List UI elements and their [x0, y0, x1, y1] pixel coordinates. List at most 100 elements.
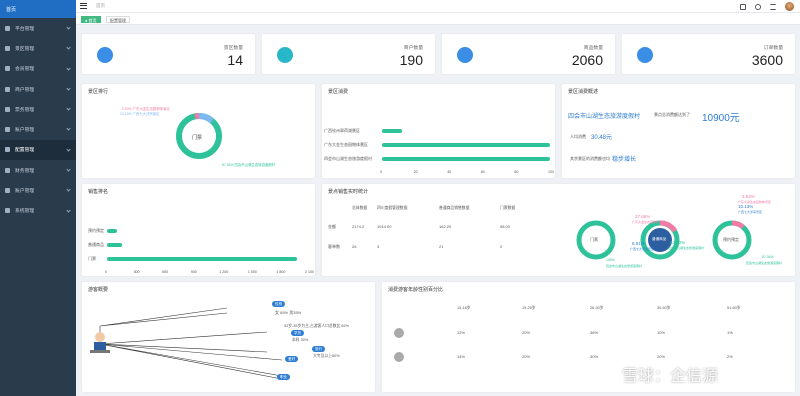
- chevron-down-icon: [66, 45, 71, 50]
- breadcrumb: 首页: [96, 3, 105, 8]
- gender-text: 女 65% 男35%: [275, 310, 302, 315]
- x-tick: 1 500: [247, 270, 257, 274]
- sidebar-item[interactable]: 财务管理: [0, 160, 76, 180]
- table-cell: 98.00: [500, 224, 511, 229]
- consumption-title: 景区消费: [328, 89, 349, 95]
- watermark: 雪球：企信源: [622, 368, 719, 385]
- agepct-title: 消费游客年龄性别百分比: [388, 287, 444, 293]
- table-cell: 客单数: [328, 244, 340, 249]
- sidebar-item-label: 景区管理: [15, 46, 35, 52]
- sidebar-item[interactable]: 商户管理: [0, 79, 76, 99]
- table-cell: 2%: [727, 354, 733, 359]
- pct-6: 10.13%: [738, 204, 754, 209]
- donut-goods-label: 普通商品: [652, 237, 667, 241]
- sidebar-item[interactable]: 系统管理: [0, 201, 76, 221]
- gender-pill: 性别: [272, 301, 286, 307]
- slice-booking-pink: [731, 220, 745, 230]
- x-tick: 2 100: [305, 270, 314, 274]
- settings-icon[interactable]: [770, 3, 776, 10]
- sidebar-item[interactable]: 账户管理: [0, 119, 76, 139]
- x-tick: 20: [413, 170, 418, 174]
- sidebar-item[interactable]: 平台管理: [0, 18, 76, 38]
- menu-icon: [5, 147, 10, 153]
- sidebar-item[interactable]: 账户管理: [0, 180, 76, 200]
- overview-scenic-name: 四会市山湖生态旅游度假村: [568, 114, 641, 120]
- x-tick: 0: [380, 170, 382, 174]
- table-header: 19-25岁: [522, 306, 536, 310]
- menu-icon: [5, 127, 10, 133]
- chevron-down-icon: [66, 106, 71, 111]
- pct-3: 100%: [606, 258, 615, 262]
- chevron-down-icon: [66, 126, 71, 132]
- table-cell: 2174.2: [352, 224, 365, 229]
- pct-7-label: 四会市山湖生态旅游度假村: [746, 261, 783, 265]
- bar: [382, 129, 403, 133]
- table-cell: 20%: [657, 354, 666, 359]
- x-tick: 1 800: [276, 270, 286, 274]
- sidebar-item-label: 会员管理: [15, 67, 35, 73]
- chevron-down-icon: [66, 86, 71, 91]
- sidebar-item[interactable]: 景区管理: [0, 38, 76, 58]
- avatar[interactable]: [785, 2, 794, 11]
- table-header: 26-30岁: [590, 306, 604, 310]
- menu-icon: [5, 25, 10, 31]
- table-cell: 26: [352, 244, 357, 249]
- sidebar-item-label: 系统管理: [15, 209, 35, 215]
- realtime-card: 景点销售实时统计 总体数据 四川度假管理数据 普通商品销售数据 门票数据 金额 2174.…: [322, 184, 795, 276]
- bar-label: 门票: [88, 256, 96, 261]
- table-cell: 金额: [328, 224, 336, 229]
- sales-title: 销售排名: [88, 189, 109, 195]
- sidebar-item[interactable]: 配置管理: [0, 139, 76, 161]
- overview-card: 景区消费概述 四会市山湖生态旅游度假村 景点总消费额达到了 10900元 人均消…: [562, 84, 795, 178]
- x-tick: 900: [190, 270, 197, 274]
- move-icon[interactable]: [755, 3, 761, 10]
- cart-icon: [457, 47, 473, 63]
- sidebar: 首页 平台管理 景区管理 会员管理 商户管理 票务管理 账户管理 配置管理 财务管理 账户管理系…: [0, 0, 76, 396]
- fullscreen-icon[interactable]: [740, 3, 746, 10]
- table-cell: 3: [377, 244, 380, 249]
- ranking-label-2: 10.13% 广西七大涉宗景区: [120, 112, 160, 116]
- robot-icon: [277, 47, 293, 63]
- age-text: 32岁-35岁为主,占游客人口总数比 62%: [284, 324, 349, 328]
- stat-card: 商品数量 2060: [442, 34, 615, 74]
- table-cell: 1%: [727, 330, 733, 335]
- table-header: 总体数据: [352, 206, 368, 210]
- globe-icon: [97, 47, 113, 63]
- pct-2: 8.51%: [632, 241, 645, 246]
- pct-2-label: 广西七大涉宗景区: [630, 247, 655, 251]
- agepct-card: 消费游客年龄性别百分比 13-18岁 19-25岁 26-30岁 30-50岁 51-6…: [382, 282, 795, 392]
- table-cell: 12%: [457, 330, 466, 335]
- table-header: 普通商品销售数据: [439, 206, 470, 210]
- overview-ratio: 30.48元: [591, 135, 613, 141]
- menu-icon: [5, 167, 10, 173]
- table-cell: 162.20: [439, 224, 452, 229]
- sidebar-item-home[interactable]: 首页: [0, 0, 76, 18]
- stat-label: 商户数量: [403, 46, 423, 51]
- edu-pill: 学历: [291, 330, 305, 336]
- job-pill: 职业: [277, 374, 291, 380]
- tag-config[interactable]: 配置管理: [106, 16, 130, 23]
- bar-label: 广东大金生态园物体景区: [324, 142, 368, 147]
- x-tick: 1 200: [219, 270, 229, 274]
- slice-blue: [198, 113, 214, 124]
- stat-value: 14: [227, 52, 243, 68]
- tag-home[interactable]: ● 首页: [81, 16, 101, 23]
- pct-5: 2.53%: [742, 194, 755, 199]
- sidebar-item-label: 商户管理: [15, 87, 35, 93]
- bar: [107, 243, 123, 247]
- x-tick: 600: [162, 270, 169, 274]
- stat-label: 商品数量: [583, 46, 603, 51]
- stat-card: 景区数量 14: [82, 34, 255, 74]
- sidebar-item[interactable]: 票务管理: [0, 99, 76, 119]
- chevron-down-icon: [66, 65, 71, 71]
- laptop: [90, 350, 110, 353]
- sidebar-item[interactable]: 会员管理: [0, 59, 76, 79]
- donut-booking-label: 预约预定: [723, 237, 739, 242]
- overview-ratio-label: 人均消费: [570, 134, 586, 139]
- bar-label: 普通商品: [88, 242, 104, 247]
- chevron-down-icon: [66, 208, 71, 213]
- x-tick: 80: [514, 170, 519, 174]
- menu-toggle-icon[interactable]: [80, 3, 87, 9]
- sidebar-item-label: 账户管理: [15, 128, 35, 134]
- edu-text-2: 大专及以上60%: [313, 354, 340, 358]
